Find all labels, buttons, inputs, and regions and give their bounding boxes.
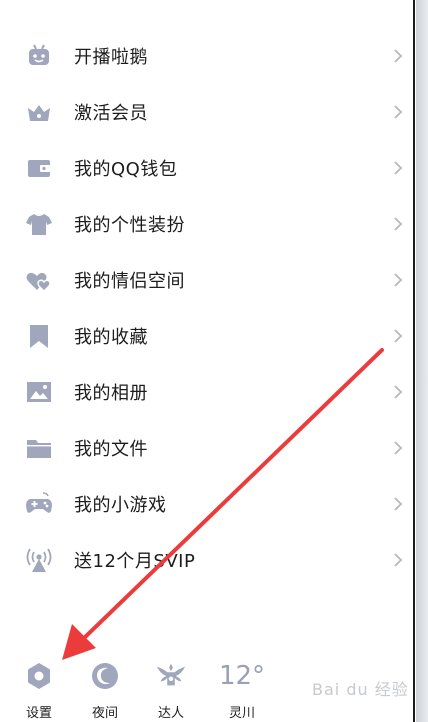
menu-label: 我的文件 — [74, 439, 148, 460]
crown-icon — [24, 97, 54, 127]
menu-item-membership[interactable]: 激活会员 — [0, 84, 412, 140]
moon-icon — [89, 660, 121, 692]
weather-widget[interactable]: 12° 灵川 — [212, 660, 272, 721]
menu-item-svip-gift[interactable]: 送12个月SVIP — [0, 532, 412, 588]
expert-button[interactable]: 达人 — [145, 660, 197, 721]
menu-label: 我的收藏 — [74, 327, 148, 348]
chevron-right-icon — [394, 553, 403, 567]
chevron-right-icon — [394, 105, 403, 119]
photo-icon — [24, 377, 54, 407]
menu-item-album[interactable]: 我的相册 — [0, 364, 412, 420]
chevron-right-icon — [394, 49, 403, 63]
winged-badge-icon — [155, 660, 187, 692]
broadcast-icon — [24, 545, 54, 575]
frame-divider — [413, 0, 415, 722]
menu-item-wallet[interactable]: 我的QQ钱包 — [0, 140, 412, 196]
menu-label: 我的个性装扮 — [74, 215, 185, 236]
menu-item-couple-space[interactable]: 我的情侣空间 — [0, 252, 412, 308]
menu-label: 我的情侣空间 — [74, 271, 185, 292]
chevron-right-icon — [394, 161, 403, 175]
menu-label: 送12个月SVIP — [74, 551, 196, 572]
menu-item-favorites[interactable]: 我的收藏 — [0, 308, 412, 364]
menu-item-files[interactable]: 我的文件 — [0, 420, 412, 476]
menu-label: 我的QQ钱包 — [74, 159, 178, 180]
bookmark-icon — [24, 321, 54, 351]
hearts-icon — [24, 265, 54, 295]
drawer-menu: 开播啦鹅 激活会员 我的QQ钱包 我的个性装扮 我的情侣空间 我的收藏 我的相册… — [0, 28, 412, 588]
menu-label: 开播啦鹅 — [74, 47, 148, 68]
baidu-watermark: Bai du 经验 — [312, 680, 409, 699]
menu-label: 激活会员 — [74, 103, 148, 124]
chevron-right-icon — [394, 217, 403, 231]
night-label: 夜间 — [91, 706, 118, 721]
menu-label: 我的小游戏 — [74, 495, 167, 516]
night-mode-button[interactable]: 夜间 — [79, 660, 131, 721]
menu-item-live[interactable]: 开播啦鹅 — [0, 28, 412, 84]
chevron-right-icon — [394, 497, 403, 511]
folder-icon — [24, 433, 54, 463]
menu-item-mini-games[interactable]: 我的小游戏 — [0, 476, 412, 532]
weather-temperature: 12° — [218, 661, 266, 691]
wallet-icon — [24, 153, 54, 183]
menu-label: 我的相册 — [74, 383, 148, 404]
chevron-right-icon — [394, 441, 403, 455]
chevron-right-icon — [394, 273, 403, 287]
settings-label: 设置 — [25, 706, 52, 721]
menu-item-dressup[interactable]: 我的个性装扮 — [0, 196, 412, 252]
settings-button[interactable]: 设置 — [13, 660, 65, 721]
chevron-right-icon — [394, 385, 403, 399]
tshirt-icon — [24, 209, 54, 239]
settings-hexagon-icon — [23, 660, 55, 692]
expert-label: 达人 — [157, 706, 184, 721]
gamepad-icon — [24, 489, 54, 519]
frame-edge — [416, 0, 428, 722]
chevron-right-icon — [394, 329, 403, 343]
robot-tv-icon — [24, 41, 54, 71]
weather-city: 灵川 — [228, 706, 255, 721]
